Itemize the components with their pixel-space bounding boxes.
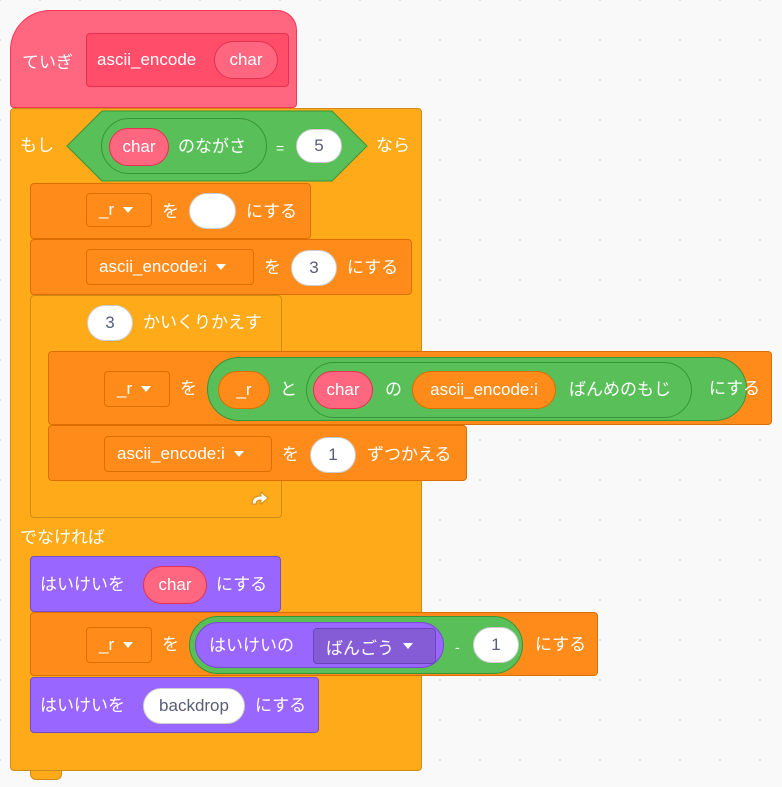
to-label: を <box>180 379 197 398</box>
char-param-reporter[interactable]: char <box>214 41 278 79</box>
length-of-label: のながさ <box>178 137 246 156</box>
define-keyword: ていぎ <box>22 53 73 72</box>
variable-dropdown-i[interactable]: ascii_encode:i <box>86 249 254 285</box>
caret-down-icon <box>233 451 244 457</box>
set-r-join-block[interactable]: _r を _r と char の ascii_encode:i ばんめのもじ に… <box>48 351 772 425</box>
letter-of-block[interactable]: char の ascii_encode:i ばんめのもじ <box>306 362 692 418</box>
backdrop-of-label: はいけいの <box>209 636 294 655</box>
variable-dropdown-r[interactable]: _r <box>104 371 170 407</box>
loop-arrow-icon <box>251 490 269 506</box>
block-bottom-notch <box>30 771 62 780</box>
variable-name: ascii_encode:i <box>99 257 207 276</box>
switch-backdrop-char-block[interactable]: はいけいを char にする <box>30 556 281 612</box>
caret-down-icon <box>123 207 134 213</box>
compare-value-input[interactable]: 5 <box>296 129 342 163</box>
variable-name: ascii_encode:i <box>117 444 225 463</box>
caret-down-icon <box>403 643 413 649</box>
minus-sign: - <box>455 639 460 655</box>
set-r-backdrop-block[interactable]: _r を はいけいの ばんごう - 1 にする <box>30 612 598 676</box>
set-label: にする <box>255 696 307 715</box>
custom-block-prototype[interactable]: ascii_encode char <box>86 33 289 87</box>
variable-dropdown-i[interactable]: ascii_encode:i <box>104 436 272 472</box>
set-label: にする <box>535 635 587 654</box>
set-label: にする <box>709 379 761 398</box>
change-amount-input[interactable]: 1 <box>310 437 356 473</box>
variable-name: _r <box>99 635 115 654</box>
repeat-count-input[interactable]: 3 <box>87 305 133 341</box>
backdrop-input[interactable]: backdrop <box>143 688 245 724</box>
variable-dropdown-r[interactable]: _r <box>86 193 152 227</box>
repeat-label: かいくりかえす <box>143 313 262 332</box>
set-i-block[interactable]: ascii_encode:i を 3 にする <box>30 239 412 295</box>
by-label: を <box>282 445 299 464</box>
custom-block-name: ascii_encode <box>97 50 197 69</box>
r-variable-reporter[interactable]: _r <box>218 371 270 409</box>
switch-backdrop-label: はいけいを <box>40 696 125 715</box>
set-label: にする <box>347 258 399 277</box>
then-label: なら <box>376 136 410 155</box>
length-of-block[interactable]: char のながさ <box>101 118 267 174</box>
caret-down-icon <box>123 642 134 648</box>
to-label: を <box>264 258 281 277</box>
set-label: にする <box>216 575 268 594</box>
set-r-block[interactable]: _r を にする <box>30 183 311 239</box>
caret-down-icon <box>141 386 152 392</box>
change-label: ずつかえる <box>367 445 452 464</box>
backdrop-number-reporter[interactable]: はいけいの ばんごう <box>195 622 444 668</box>
change-i-block[interactable]: ascii_encode:i を 1 ずつかえる <box>48 425 467 481</box>
set-label: にする <box>246 202 298 221</box>
char-param-reporter[interactable]: char <box>109 128 169 166</box>
property-name: ばんごう <box>326 638 394 658</box>
char-param-reporter[interactable]: char <box>143 566 207 604</box>
letter-suffix: ばんめのもじ <box>569 380 671 399</box>
caret-down-icon <box>215 264 226 270</box>
i-variable-reporter[interactable]: ascii_encode:i <box>412 371 556 409</box>
join-word: と <box>280 380 297 399</box>
join-block[interactable]: _r と char の ascii_encode:i ばんめのもじ <box>207 357 747 421</box>
else-label: でなければ <box>20 528 105 547</box>
equals-sign: = <box>276 140 285 156</box>
backdrop-property-dropdown[interactable]: ばんごう <box>313 628 436 664</box>
variable-name: _r <box>117 379 133 398</box>
subtract-value-input[interactable]: 1 <box>473 627 519 663</box>
to-label: を <box>162 202 179 221</box>
variable-name: _r <box>99 200 115 219</box>
switch-backdrop-label: はいけいを <box>40 575 125 594</box>
to-label: を <box>162 635 179 654</box>
variable-dropdown-r[interactable]: _r <box>86 627 152 663</box>
char-param-reporter[interactable]: char <box>313 371 373 409</box>
subtract-block[interactable]: はいけいの ばんごう - 1 <box>189 616 523 674</box>
set-value-input[interactable] <box>189 193 236 229</box>
of-word: の <box>385 380 402 399</box>
define-hat-block[interactable]: ていぎ ascii_encode char <box>10 10 297 108</box>
if-label: もし <box>20 136 54 155</box>
set-value-input[interactable]: 3 <box>291 250 337 286</box>
switch-backdrop-block[interactable]: はいけいを backdrop にする <box>30 677 319 733</box>
